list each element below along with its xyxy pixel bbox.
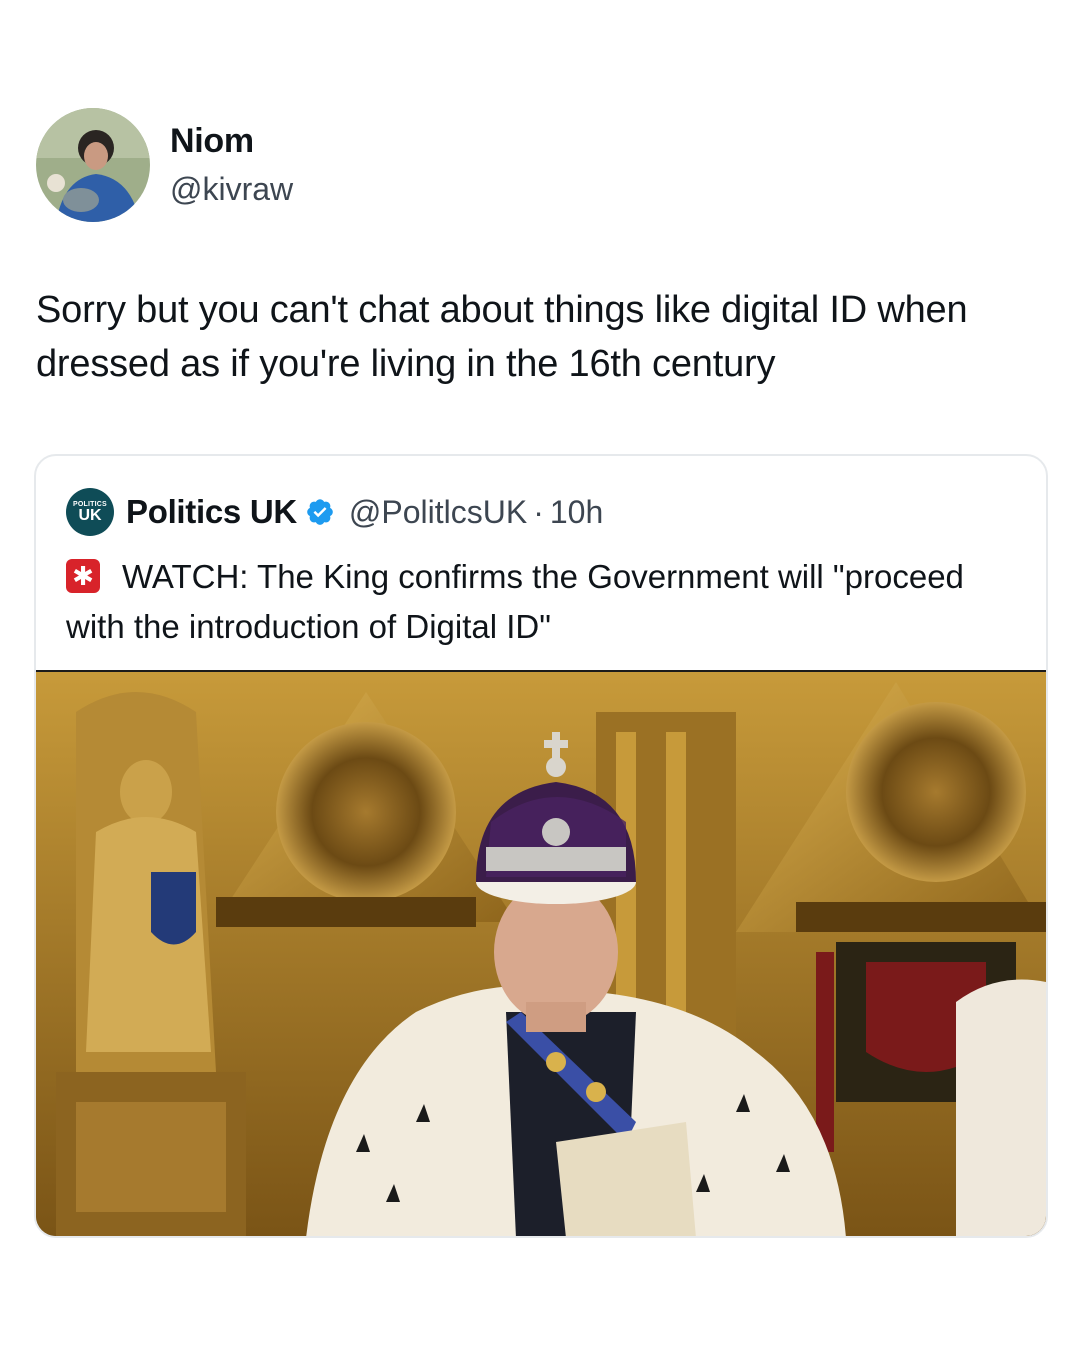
tweet-text: Sorry but you can't chat about things li… xyxy=(36,289,968,385)
author-avatar[interactable] xyxy=(36,108,150,222)
verified-badge-icon xyxy=(307,499,333,525)
quoted-handle[interactable]: @PolitlcsUK xyxy=(349,494,527,531)
quoted-tweet-text: WATCH: The King confirms the Government … xyxy=(66,552,1016,652)
quoted-display-name[interactable]: Politics UK xyxy=(126,493,297,531)
tweet-header: Niom @kivraw xyxy=(36,108,293,222)
quoted-timestamp[interactable]: 10h xyxy=(550,494,603,531)
quoted-text-body: WATCH: The King confirms the Government … xyxy=(66,558,964,645)
quoted-tweet-header: POLITICS UK Politics UK @PolitlcsUK · 10… xyxy=(66,488,603,536)
siren-icon xyxy=(66,559,100,593)
politics-uk-logo[interactable]: POLITICS UK xyxy=(66,488,114,536)
author-handle[interactable]: @kivraw xyxy=(170,168,293,210)
quoted-media-image[interactable] xyxy=(36,670,1046,1236)
quoted-tweet-card[interactable]: POLITICS UK Politics UK @PolitlcsUK · 10… xyxy=(34,454,1048,1238)
logo-bottom-text: UK xyxy=(78,506,102,524)
author-display-name[interactable]: Niom xyxy=(170,120,293,162)
separator-dot: · xyxy=(533,493,544,530)
king-throne-photo xyxy=(36,672,1046,1236)
